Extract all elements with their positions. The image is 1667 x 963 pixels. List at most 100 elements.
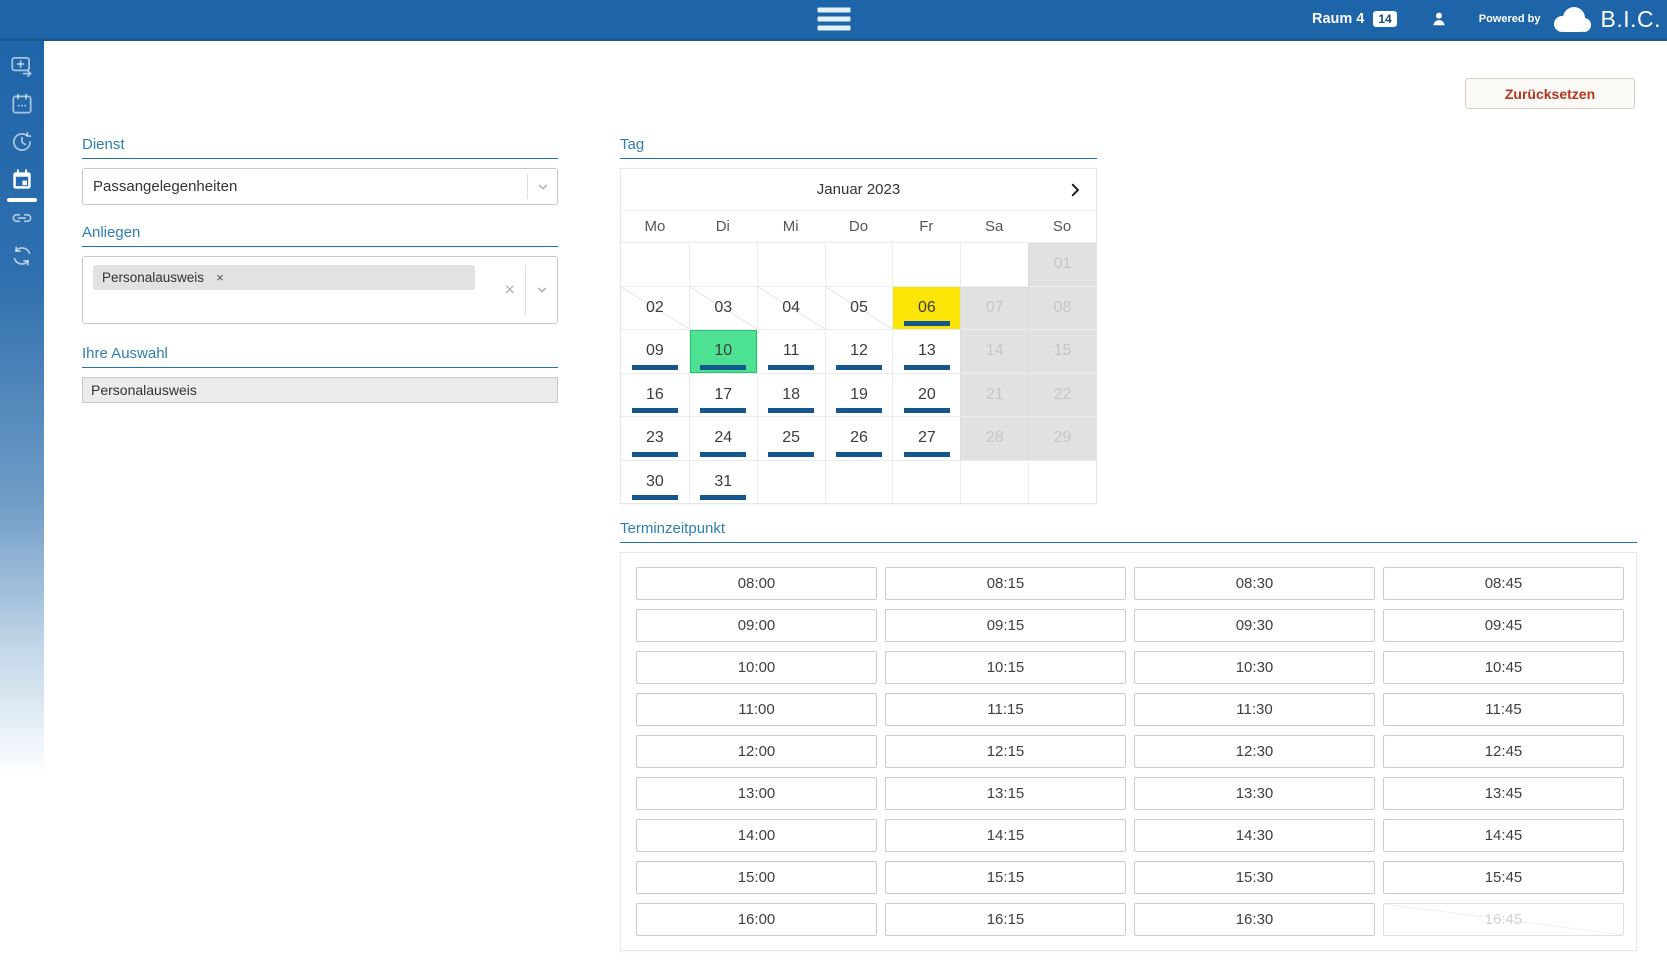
time-slot-13:30[interactable]: 13:30 [1134, 777, 1375, 810]
dienst-label: Dienst [82, 136, 558, 159]
time-slot-08:15[interactable]: 08:15 [885, 567, 1126, 600]
day-number: 01 [1054, 255, 1072, 273]
calendar-day-11[interactable]: 11 [757, 329, 825, 373]
time-slot-16:30[interactable]: 16:30 [1134, 903, 1375, 936]
clear-selection-icon[interactable]: × [504, 280, 515, 301]
calendar-day-06[interactable]: 06 [892, 286, 960, 330]
time-slot-08:00[interactable]: 08:00 [636, 567, 877, 600]
time-slot-09:00[interactable]: 09:00 [636, 609, 877, 642]
dienst-group: Dienst Passangelegenheiten [82, 136, 558, 205]
calendar-day-26[interactable]: 26 [825, 416, 893, 460]
chevron-down-icon [535, 283, 549, 297]
availability-bar [632, 408, 678, 413]
availability-bar [632, 452, 678, 457]
hamburger-icon [817, 17, 850, 22]
time-slot-14:15[interactable]: 14:15 [885, 819, 1126, 852]
calendar-day-08: 08 [1028, 286, 1096, 330]
time-slot-16:00[interactable]: 16:00 [636, 903, 877, 936]
availability-bar [904, 452, 950, 457]
time-slot-09:15[interactable]: 09:15 [885, 609, 1126, 642]
calendar-day-13[interactable]: 13 [892, 329, 960, 373]
time-slot-13:15[interactable]: 13:15 [885, 777, 1126, 810]
sidebar-item-calendar[interactable] [9, 91, 35, 117]
topbar-right: Raum 4 14 Powered by B [1312, 0, 1661, 38]
calendar-day-31[interactable]: 31 [689, 460, 757, 504]
sidebar [0, 41, 44, 963]
time-slot-12:45[interactable]: 12:45 [1383, 735, 1624, 768]
day-number: 04 [782, 299, 800, 317]
time-slot-09:45[interactable]: 09:45 [1383, 609, 1624, 642]
anliegen-dropdown-arrow[interactable] [525, 265, 557, 315]
availability-bar [632, 495, 678, 500]
cloud-logo-icon [1548, 5, 1594, 33]
time-slot-08:45[interactable]: 08:45 [1383, 567, 1624, 600]
hamburger-icon [817, 26, 850, 31]
time-slot-11:15[interactable]: 11:15 [885, 693, 1126, 726]
time-slot-12:30[interactable]: 12:30 [1134, 735, 1375, 768]
calendar-day-20[interactable]: 20 [892, 373, 960, 417]
time-slot-11:30[interactable]: 11:30 [1134, 693, 1375, 726]
time-grid: 08:0008:1508:3008:45 09:0009:1509:3009:45… [636, 567, 1622, 936]
time-slot-14:45[interactable]: 14:45 [1383, 819, 1624, 852]
time-slot-10:45[interactable]: 10:45 [1383, 651, 1624, 684]
calendar-day-18[interactable]: 18 [757, 373, 825, 417]
anliegen-label: Anliegen [82, 224, 558, 247]
calendar-day-19[interactable]: 19 [825, 373, 893, 417]
time-slot-15:15[interactable]: 15:15 [885, 861, 1126, 894]
calendar-empty-cell [757, 460, 825, 504]
user-button[interactable] [1429, 9, 1449, 29]
hamburger-icon [817, 8, 850, 13]
day-number: 07 [986, 299, 1004, 317]
day-number: 10 [714, 342, 732, 360]
reset-button[interactable]: Zurücksetzen [1465, 78, 1635, 109]
next-month-button[interactable] [1066, 181, 1084, 199]
calendar-day-30[interactable]: 30 [621, 460, 689, 504]
time-slot-11:45[interactable]: 11:45 [1383, 693, 1624, 726]
calendar-day-01: 01 [1028, 242, 1096, 286]
time-slot-08:30[interactable]: 08:30 [1134, 567, 1375, 600]
sidebar-item-sync[interactable] [9, 243, 35, 269]
time-slot-14:00[interactable]: 14:00 [636, 819, 877, 852]
sidebar-item-appointment-day[interactable] [9, 167, 35, 193]
time-slot-09:30[interactable]: 09:30 [1134, 609, 1375, 642]
chip-remove-icon[interactable]: × [216, 270, 224, 285]
calendar-day-12[interactable]: 12 [825, 329, 893, 373]
dienst-dropdown-arrow[interactable] [527, 174, 557, 199]
availability-bar [768, 365, 814, 370]
time-slot-15:30[interactable]: 15:30 [1134, 861, 1375, 894]
calendar-day-10[interactable]: 10 [689, 329, 757, 373]
time-slot-13:00[interactable]: 13:00 [636, 777, 877, 810]
time-slot-12:00[interactable]: 12:00 [636, 735, 877, 768]
link-icon [9, 205, 35, 231]
time-slot-15:00[interactable]: 15:00 [636, 861, 877, 894]
sidebar-item-new-booking[interactable] [9, 53, 35, 79]
time-slot-10:15[interactable]: 10:15 [885, 651, 1126, 684]
day-number: 28 [986, 429, 1004, 447]
calendar-day-24[interactable]: 24 [689, 416, 757, 460]
calendar-day-23[interactable]: 23 [621, 416, 689, 460]
time-slot-11:00[interactable]: 11:00 [636, 693, 877, 726]
calendar-day-16[interactable]: 16 [621, 373, 689, 417]
day-number: 02 [646, 299, 664, 317]
sidebar-item-history[interactable] [9, 129, 35, 155]
calendar-day-25[interactable]: 25 [757, 416, 825, 460]
sidebar-item-link[interactable] [9, 205, 35, 231]
weekday-fr: Fr [892, 218, 960, 235]
calendar-day-27[interactable]: 27 [892, 416, 960, 460]
day-number: 16 [646, 386, 664, 404]
anliegen-multiselect[interactable]: Personalausweis × × [82, 256, 558, 324]
weekday-do: Do [825, 218, 893, 235]
time-slot-14:30[interactable]: 14:30 [1134, 819, 1375, 852]
chip-label: Personalausweis [102, 270, 204, 285]
time-slot-16:15[interactable]: 16:15 [885, 903, 1126, 936]
time-slot-10:30[interactable]: 10:30 [1134, 651, 1375, 684]
time-slot-15:45[interactable]: 15:45 [1383, 861, 1624, 894]
calendar-day-09[interactable]: 09 [621, 329, 689, 373]
auswahl-value-field: Personalausweis [82, 377, 558, 403]
time-slot-13:45[interactable]: 13:45 [1383, 777, 1624, 810]
time-slot-10:00[interactable]: 10:00 [636, 651, 877, 684]
time-slot-12:15[interactable]: 12:15 [885, 735, 1126, 768]
menu-button[interactable] [817, 8, 850, 31]
dienst-select[interactable]: Passangelegenheiten [82, 168, 558, 205]
calendar-day-17[interactable]: 17 [689, 373, 757, 417]
